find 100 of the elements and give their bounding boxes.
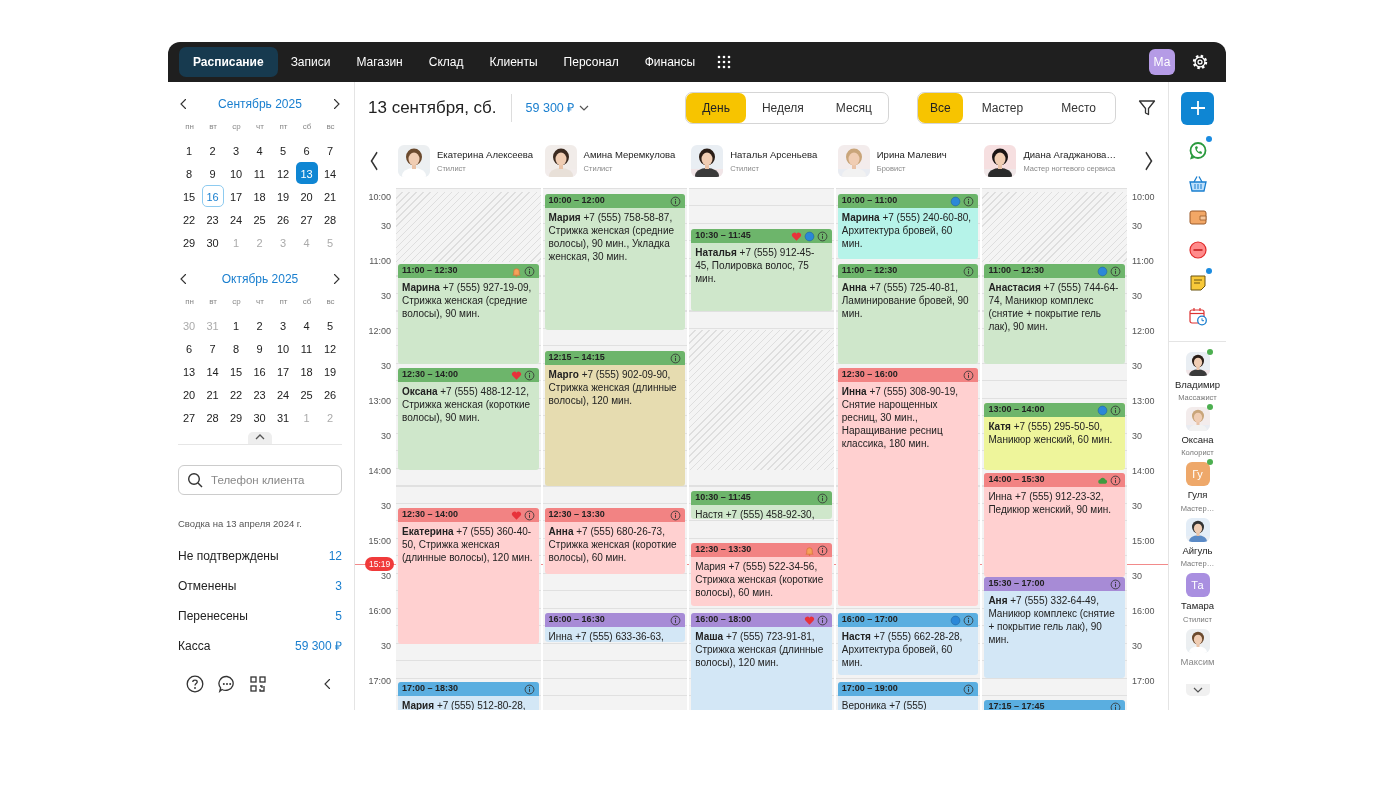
settings-icon[interactable] xyxy=(1191,53,1209,71)
appointment-card[interactable]: 16:00 – 18:00 Маша +7 (555) 723-91-81, Стрижка женская (длинные волосы), 120 мин. xyxy=(691,613,832,710)
view-tab[interactable]: Неделя xyxy=(745,93,820,123)
calendar-day[interactable]: 1 xyxy=(225,314,247,336)
nav-tab[interactable]: Расписание xyxy=(179,47,278,77)
appointment-card[interactable]: 15:30 – 17:00 Аня +7 (555) 332-64-49, Маникюр комплекс (снятие + покрытие гель лак), 90 мин. xyxy=(984,577,1125,678)
calendar-day[interactable]: 19 xyxy=(272,185,294,207)
calendar-day[interactable]: 25 xyxy=(295,383,318,405)
appointment-card[interactable]: 10:30 – 11:45 Наталья +7 (555) 912-45-45, Полировка волос, 75 мин. xyxy=(691,229,832,311)
calendar-day[interactable]: 2 xyxy=(201,139,224,161)
appointment-card[interactable]: 11:00 – 12:30 Анна +7 (555) 725-40-81, Ламинирование бровей, 90 мин. xyxy=(837,264,979,364)
appointment-card[interactable]: 11:00 – 12:30 Анастасия +7 (555) 744-64-74, Маникюр комплекс (снятие + покрытие гель лак), 90 мин. xyxy=(984,264,1125,364)
nav-tab[interactable]: Персонал xyxy=(550,47,632,77)
apps-grid-icon[interactable] xyxy=(716,54,733,70)
calendar-day[interactable]: 27 xyxy=(295,208,318,230)
appointment-card[interactable]: 12:30 – 14:00 Оксана +7 (555) 488-12-12, Стрижка женская (короткие волосы), 90 мин. xyxy=(398,368,539,470)
calendar-day[interactable]: 23 xyxy=(201,208,224,230)
search-field[interactable]: Телефон клиента xyxy=(178,465,342,495)
calendar-day[interactable]: 27 xyxy=(178,406,200,428)
appointment-card[interactable]: 10:00 – 11:00 Марина +7 (555) 240-60-80, Архитектура бровей, 60 мин. xyxy=(837,194,979,259)
nav-tab[interactable]: Магазин xyxy=(343,47,416,77)
calendar-day[interactable]: 9 xyxy=(248,337,271,359)
calendar-day[interactable]: 14 xyxy=(319,162,341,184)
calendar-day[interactable]: 26 xyxy=(272,208,294,230)
calendar-day[interactable]: 13 xyxy=(178,360,200,382)
summary-value[interactable]: 12 xyxy=(328,547,342,566)
calendar-day[interactable]: 8 xyxy=(178,162,200,184)
view-tab[interactable]: Месяц xyxy=(819,93,888,123)
appointment-card[interactable]: 11:00 – 12:30 Марина +7 (555) 927-19-09, Стрижка женская (средние волосы), 90 мин. xyxy=(398,264,539,364)
calendar-day[interactable]: 29 xyxy=(178,231,200,253)
calendar-day[interactable]: 18 xyxy=(295,360,318,382)
view-tab[interactable]: День xyxy=(686,93,746,123)
filter-icon[interactable] xyxy=(1138,99,1156,117)
appointment-card[interactable]: 10:30 – 11:45 Настя +7 (555) 458-92-30, xyxy=(691,491,832,519)
calendar-day[interactable]: 21 xyxy=(319,185,341,207)
appointment-card[interactable]: 13:00 – 14:00 Катя +7 (555) 295-50-50, Маникюр женский, 60 мин. xyxy=(984,403,1125,470)
calendar-day[interactable]: 26 xyxy=(319,383,341,405)
appointment-card[interactable]: 16:00 – 16:30 Инна +7 (555) 633-36-63, xyxy=(544,613,686,642)
calendar-day[interactable]: 20 xyxy=(178,383,200,405)
calendar-day[interactable]: 13 xyxy=(295,162,318,184)
help-icon[interactable] xyxy=(186,675,204,694)
scroll-down-button[interactable] xyxy=(1185,684,1210,696)
calendar-day[interactable]: 16 xyxy=(248,360,271,382)
calendar-day[interactable]: 22 xyxy=(225,383,247,405)
filter-tab[interactable]: Место xyxy=(1042,93,1115,123)
calendar-day[interactable]: 7 xyxy=(201,337,224,359)
appointment-card[interactable]: 12:30 – 13:30 Мария +7 (555) 522-34-56, Стрижка женская (короткие волосы), 60 мин. xyxy=(691,543,832,606)
calendar-day[interactable]: 22 xyxy=(178,208,200,230)
nav-tab[interactable]: Записи xyxy=(277,47,344,77)
calendar-day[interactable]: 12 xyxy=(272,162,294,184)
calendar-day[interactable]: 3 xyxy=(225,139,247,161)
calendar-day[interactable]: 15 xyxy=(225,360,247,382)
calendar-day[interactable]: 17 xyxy=(272,360,294,382)
calendar-day[interactable]: 17 xyxy=(225,185,247,207)
calendar-day[interactable]: 8 xyxy=(225,337,247,359)
calendar-day[interactable]: 6 xyxy=(178,337,200,359)
calendar-day[interactable]: 1 xyxy=(178,139,200,161)
calendar-day[interactable]: 15 xyxy=(178,185,200,207)
calendar-day[interactable]: 23 xyxy=(248,383,271,405)
calendar-day[interactable]: 30 xyxy=(248,406,271,428)
appointment-card[interactable]: 12:30 – 13:30 Анна +7 (555) 680-26-73, Стрижка женская (короткие волосы), 60 мин. xyxy=(544,508,686,574)
calendar-day[interactable]: 4 xyxy=(295,314,318,336)
summary-value[interactable]: 5 xyxy=(335,607,342,626)
add-button[interactable] xyxy=(1181,92,1214,125)
calendar-day[interactable]: 25 xyxy=(248,208,271,230)
calendar-day[interactable]: 31 xyxy=(272,406,294,428)
calendar-day[interactable]: 6 xyxy=(295,139,318,161)
calendar-day[interactable]: 4 xyxy=(248,139,271,161)
basket-icon[interactable] xyxy=(1187,174,1208,195)
appointment-card[interactable]: 12:15 – 14:15 Марго +7 (555) 902-09-90, Стрижка женская (длинные волосы), 120 мин. xyxy=(544,351,686,486)
appointment-card[interactable]: 10:00 – 12:00 Мария +7 (555) 758-58-87, Стрижка женская (средние волосы), 90 мин., Укладка женская, 30 мин. xyxy=(544,194,686,330)
appointment-card[interactable]: 12:30 – 14:00 Екатерина +7 (555) 360-40-50, Стрижка женская (длинные волосы), 120 мин. xyxy=(398,508,539,644)
calendar-day[interactable]: 28 xyxy=(201,406,224,428)
appointment-card[interactable]: 12:30 – 16:00 Инна +7 (555) 308-90-19, Снятие нарощенных ресниц, 30 мин., Наращивание ресниц классика, 180 мин. xyxy=(837,368,979,606)
calendar-day[interactable]: 19 xyxy=(319,360,341,382)
qr-code-icon[interactable] xyxy=(250,676,266,693)
summary-value[interactable]: 3 xyxy=(335,577,342,596)
chat-icon[interactable] xyxy=(218,675,236,694)
summary-value[interactable]: 59 300 ₽ xyxy=(294,637,342,656)
calendar-day[interactable]: 21 xyxy=(201,383,224,405)
total-dropdown[interactable]: 59 300 ₽ xyxy=(525,98,590,118)
calendar-day[interactable]: 30 xyxy=(201,231,224,253)
calendar-clock-icon[interactable] xyxy=(1187,306,1208,327)
minus-circle-icon[interactable] xyxy=(1187,240,1208,261)
calendar-day[interactable]: 5 xyxy=(272,139,294,161)
calendar-day[interactable]: 18 xyxy=(248,185,271,207)
nav-tab[interactable]: Клиенты xyxy=(476,47,551,77)
calendar-day[interactable]: 20 xyxy=(295,185,318,207)
calendar-day[interactable]: 24 xyxy=(225,208,247,230)
calendar-day[interactable]: 11 xyxy=(295,337,318,359)
calendar-day[interactable]: 2 xyxy=(248,314,271,336)
calendar-day[interactable]: 5 xyxy=(319,314,341,336)
calendar-day[interactable]: 9 xyxy=(201,162,224,184)
calendar-day[interactable]: 12 xyxy=(319,337,341,359)
calendar-day[interactable]: 24 xyxy=(272,383,294,405)
calendar-day[interactable]: 10 xyxy=(272,337,294,359)
calendar-day[interactable]: 3 xyxy=(272,314,294,336)
nav-tab[interactable]: Склад xyxy=(415,47,477,77)
filter-tab[interactable]: Все xyxy=(917,93,963,123)
note-icon[interactable] xyxy=(1187,273,1208,294)
